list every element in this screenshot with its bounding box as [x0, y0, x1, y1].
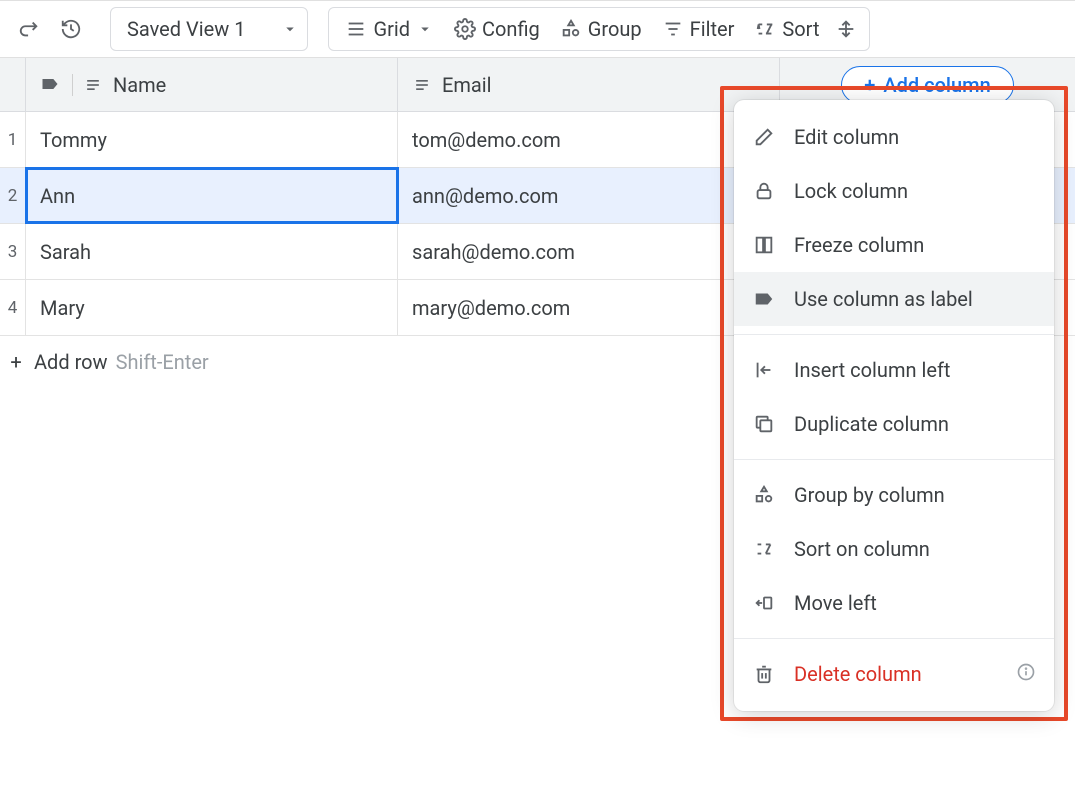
- freeze-icon: [752, 233, 776, 257]
- config-button[interactable]: Config: [444, 8, 550, 50]
- menu-item-label: Sort on column: [794, 537, 930, 561]
- layout-button[interactable]: Grid: [335, 8, 444, 50]
- menu-item-label: Duplicate column: [794, 412, 949, 436]
- toolbar-actions-group: Grid Config Group Filter Sort: [328, 7, 870, 51]
- menu-divider: [734, 638, 1054, 639]
- cell-name[interactable]: Sarah: [26, 224, 398, 279]
- annotation-highlight-box: Edit column Lock column Freeze column Us…: [720, 86, 1068, 721]
- menu-divider: [734, 334, 1054, 335]
- menu-insert-left[interactable]: Insert column left: [734, 343, 1054, 397]
- sort-label: Sort: [782, 17, 819, 41]
- text-type-icon: [83, 75, 103, 95]
- row-number: 3: [0, 224, 26, 279]
- sort-button[interactable]: Sort: [744, 8, 829, 50]
- add-row-hint: Shift-Enter: [116, 350, 209, 374]
- pencil-icon: [752, 125, 776, 149]
- sort-icon: [752, 537, 776, 561]
- plus-icon: +: [6, 350, 26, 374]
- toolbar: Saved View 1 Grid Config Group Filter So: [0, 0, 1075, 58]
- redo-button[interactable]: [10, 10, 48, 48]
- column-header-name[interactable]: Name: [26, 58, 398, 111]
- menu-item-label: Move left: [794, 591, 877, 615]
- cell-name[interactable]: Tommy: [26, 112, 398, 167]
- lock-icon: [752, 179, 776, 203]
- duplicate-icon: [752, 412, 776, 436]
- menu-group-by[interactable]: Group by column: [734, 468, 1054, 522]
- menu-item-label: Lock column: [794, 179, 908, 203]
- saved-view-label: Saved View 1: [127, 17, 245, 41]
- row-height-button[interactable]: [829, 8, 863, 50]
- group-label: Group: [588, 17, 642, 41]
- row-number-header: [0, 58, 26, 111]
- text-type-icon: [412, 75, 432, 95]
- menu-sort-on[interactable]: Sort on column: [734, 522, 1054, 576]
- cell-name[interactable]: Mary: [26, 280, 398, 335]
- add-row-label: Add row: [34, 350, 108, 374]
- row-number: 4: [0, 280, 26, 335]
- insert-left-icon: [752, 358, 776, 382]
- column-context-menu: Edit column Lock column Freeze column Us…: [734, 100, 1054, 711]
- layout-label: Grid: [373, 17, 410, 41]
- row-number: 1: [0, 112, 26, 167]
- filter-label: Filter: [690, 17, 735, 41]
- cell-name[interactable]: Ann: [26, 168, 398, 223]
- menu-use-as-label[interactable]: Use column as label: [734, 272, 1054, 326]
- menu-item-label: Freeze column: [794, 233, 924, 257]
- menu-edit-column[interactable]: Edit column: [734, 110, 1054, 164]
- menu-move-left[interactable]: Move left: [734, 576, 1054, 630]
- menu-lock-column[interactable]: Lock column: [734, 164, 1054, 218]
- info-icon: [1016, 662, 1036, 687]
- menu-item-label: Edit column: [794, 125, 899, 149]
- row-number: 2: [0, 168, 26, 223]
- menu-divider: [734, 459, 1054, 460]
- trash-icon: [752, 662, 776, 686]
- menu-delete-column[interactable]: Delete column: [734, 647, 1054, 701]
- group-icon: [752, 483, 776, 507]
- name-header-label: Name: [113, 73, 166, 97]
- email-header-label: Email: [442, 73, 492, 97]
- group-button[interactable]: Group: [550, 8, 652, 50]
- history-button[interactable]: [52, 10, 90, 48]
- menu-freeze-column[interactable]: Freeze column: [734, 218, 1054, 272]
- menu-item-label: Group by column: [794, 483, 945, 507]
- caret-down-icon: [416, 20, 434, 38]
- label-tag-icon: [40, 74, 62, 96]
- move-left-icon: [752, 591, 776, 615]
- menu-duplicate[interactable]: Duplicate column: [734, 397, 1054, 451]
- caret-down-icon: [281, 20, 299, 38]
- config-label: Config: [482, 17, 540, 41]
- menu-item-label: Use column as label: [794, 287, 973, 311]
- label-tag-icon: [752, 287, 776, 311]
- filter-button[interactable]: Filter: [652, 8, 745, 50]
- saved-view-select[interactable]: Saved View 1: [110, 7, 308, 51]
- menu-item-label: Delete column: [794, 662, 922, 686]
- menu-item-label: Insert column left: [794, 358, 950, 382]
